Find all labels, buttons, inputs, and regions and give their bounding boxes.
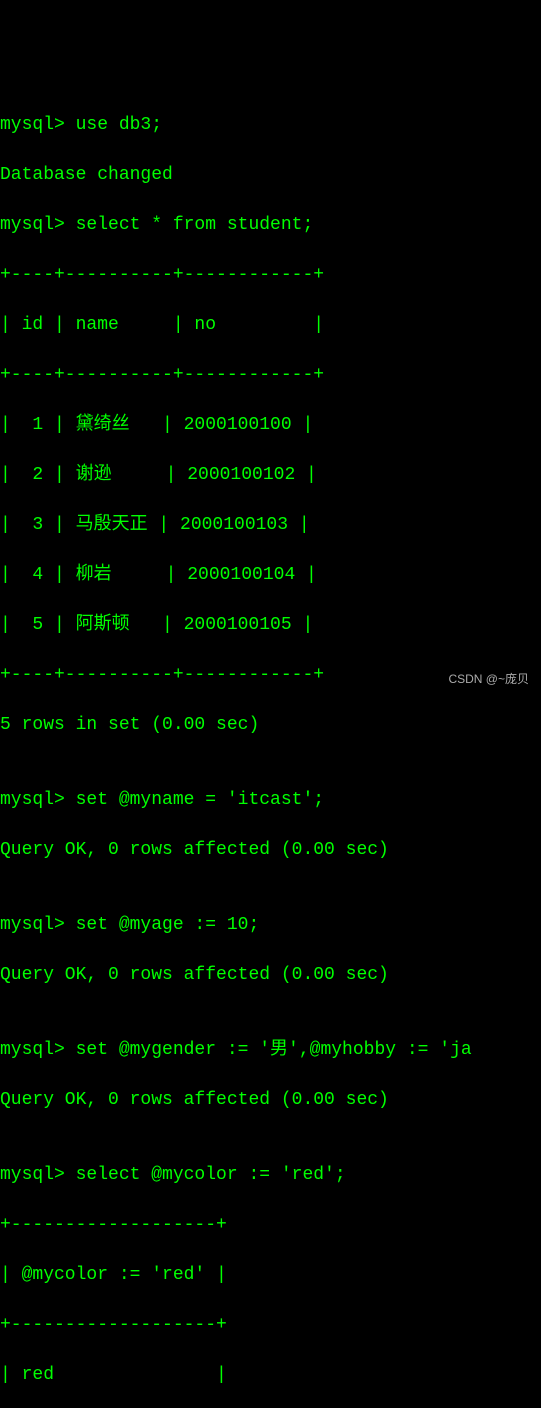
table-border: +----+----------+------------+ [0, 263, 541, 288]
table-row: | 4 | 柳岩 | 2000100104 | [0, 563, 541, 588]
table-border: +-------------------+ [0, 1313, 541, 1338]
prompt-line: mysql> select @mycolor := 'red'; [0, 1163, 541, 1188]
table-row: | 2 | 谢逊 | 2000100102 | [0, 463, 541, 488]
table-row: | 3 | 马殷天正 | 2000100103 | [0, 513, 541, 538]
output-line: Query OK, 0 rows affected (0.00 sec) [0, 838, 541, 863]
output-line: Query OK, 0 rows affected (0.00 sec) [0, 1088, 541, 1113]
output-line: Database changed [0, 163, 541, 188]
prompt-line: mysql> select * from student; [0, 213, 541, 238]
table-row: | 1 | 黛绮丝 | 2000100100 | [0, 413, 541, 438]
table-header: | @mycolor := 'red' | [0, 1263, 541, 1288]
output-line: 5 rows in set (0.00 sec) [0, 713, 541, 738]
prompt-line: mysql> use db3; [0, 113, 541, 138]
prompt-line: mysql> set @mygender := '男',@myhobby := … [0, 1038, 541, 1063]
prompt-line: mysql> set @myname = 'itcast'; [0, 788, 541, 813]
table-row: | 5 | 阿斯顿 | 2000100105 | [0, 613, 541, 638]
watermark: CSDN @~庞贝 [448, 667, 529, 692]
table-row: | red | [0, 1363, 541, 1388]
table-border: +----+----------+------------+ [0, 363, 541, 388]
table-header: | id | name | no | [0, 313, 541, 338]
output-line: Query OK, 0 rows affected (0.00 sec) [0, 963, 541, 988]
terminal-output[interactable]: mysql> use db3; Database changed mysql> … [0, 100, 541, 1408]
table-border: +-------------------+ [0, 1213, 541, 1238]
prompt-line: mysql> set @myage := 10; [0, 913, 541, 938]
